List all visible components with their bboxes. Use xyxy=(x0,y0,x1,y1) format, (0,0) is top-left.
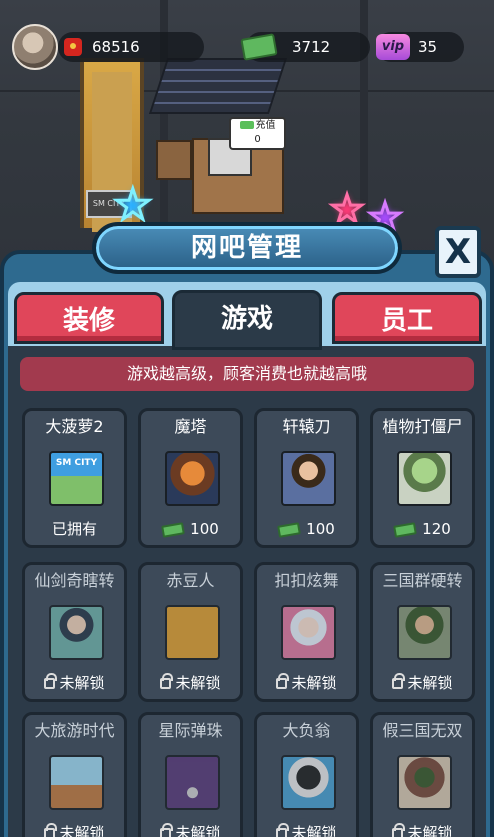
cash-icon xyxy=(239,121,254,129)
vip-icon: vip xyxy=(376,34,410,60)
game-status: 未解锁 xyxy=(257,667,356,699)
game-card[interactable]: 大负翁 未解锁 xyxy=(254,712,359,837)
heroine-icon xyxy=(49,605,104,660)
panel-title: 网吧管理 xyxy=(92,222,402,274)
player-avatar[interactable] xyxy=(12,24,58,70)
game-status: 已拥有 xyxy=(25,513,124,545)
status-text: 已拥有 xyxy=(51,520,97,538)
game-name: 魔塔 xyxy=(174,417,207,436)
vip-value: 35 xyxy=(418,38,438,56)
notice-banner: 游戏越高级，顾客消费也就越高哦 xyxy=(20,357,474,391)
game-card[interactable]: 大菠萝2 SM CITY 已拥有 xyxy=(22,408,127,548)
game-card[interactable]: 三国群硬转 未解锁 xyxy=(370,562,475,702)
status-text: 未解锁 xyxy=(175,824,221,837)
cash-counter: 3712 xyxy=(240,32,370,62)
price-value: 100 xyxy=(306,520,335,538)
lock-icon xyxy=(160,673,174,689)
tab-games[interactable]: 游戏 xyxy=(172,290,322,350)
zombie-icon xyxy=(397,451,452,506)
bubble-title: 充值 xyxy=(255,120,276,131)
warrior-icon xyxy=(397,755,452,810)
bubble-value: 0 xyxy=(254,134,261,145)
status-text: 未解锁 xyxy=(407,674,453,692)
game-price[interactable]: 120 xyxy=(373,513,472,545)
tower-icon xyxy=(165,451,220,506)
pacman-icon xyxy=(165,605,220,660)
game-card[interactable]: 轩辕刀 100 xyxy=(254,408,359,548)
lock-icon xyxy=(392,673,406,689)
general-icon xyxy=(397,605,452,660)
swordsman-icon xyxy=(281,451,336,506)
game-status: 未解锁 xyxy=(25,817,124,837)
tab-decoration[interactable]: 装修 xyxy=(14,292,164,344)
game-status: 未解锁 xyxy=(25,667,124,699)
cash-icon xyxy=(277,521,302,538)
game-name: 三国群硬转 xyxy=(382,571,463,590)
ship-icon xyxy=(49,755,104,810)
status-text: 未解锁 xyxy=(407,824,453,837)
recharge-bubble[interactable]: 充值 0 xyxy=(229,117,286,150)
game-status: 未解锁 xyxy=(373,817,472,837)
game-name: 大旅游时代 xyxy=(34,721,115,740)
vip-counter[interactable]: vip 35 xyxy=(376,32,464,62)
counter-side xyxy=(156,140,192,180)
close-button[interactable]: X xyxy=(435,226,481,278)
game-price[interactable]: 100 xyxy=(141,513,240,545)
price-value: 100 xyxy=(190,520,219,538)
game-status: 未解锁 xyxy=(373,667,472,699)
tab-staff[interactable]: 员工 xyxy=(332,292,482,344)
game-name: 赤豆人 xyxy=(166,571,215,590)
lock-icon xyxy=(44,673,58,689)
coin-counter: 68516 xyxy=(58,32,204,62)
cash-icon xyxy=(393,521,418,538)
red-envelope-icon xyxy=(64,38,82,56)
price-value: 120 xyxy=(422,520,451,538)
game-price[interactable]: 100 xyxy=(257,513,356,545)
game-card[interactable]: 大旅游时代 未解锁 xyxy=(22,712,127,837)
status-text: 未解锁 xyxy=(59,824,105,837)
game-name: 假三国无双 xyxy=(382,721,463,740)
cash-value: 3712 xyxy=(292,38,331,56)
game-status: 未解锁 xyxy=(257,817,356,837)
game-card[interactable]: 假三国无双 未解锁 xyxy=(370,712,475,837)
coin-value: 68516 xyxy=(92,38,140,56)
game-card[interactable]: 扣扣炫舞 未解锁 xyxy=(254,562,359,702)
cash-icon xyxy=(240,33,278,61)
lock-icon xyxy=(392,823,406,837)
game-card[interactable]: 魔塔 100 xyxy=(138,408,243,548)
monopoly-icon xyxy=(281,755,336,810)
game-card[interactable]: 赤豆人 未解锁 xyxy=(138,562,243,702)
cash-icon xyxy=(161,521,186,538)
game-name: 大菠萝2 xyxy=(45,417,104,436)
status-text: 未解锁 xyxy=(175,674,221,692)
dancer-icon xyxy=(281,605,336,660)
pinball-icon xyxy=(165,755,220,810)
status-text: 未解锁 xyxy=(291,824,337,837)
lock-icon xyxy=(276,673,290,689)
game-shelf xyxy=(148,58,288,114)
game-name: 扣扣炫舞 xyxy=(274,571,339,590)
sm-city-icon: SM CITY xyxy=(49,451,104,506)
game-name: 星际弹珠 xyxy=(158,721,223,740)
game-status: 未解锁 xyxy=(141,667,240,699)
status-text: 未解锁 xyxy=(291,674,337,692)
neon-star-icon: ★ xyxy=(113,180,154,229)
status-text: 未解锁 xyxy=(59,674,105,692)
game-name: 仙剑奇瞎转 xyxy=(34,571,115,590)
lock-icon xyxy=(160,823,174,837)
game-card[interactable]: 植物打僵尸 120 xyxy=(370,408,475,548)
lock-icon xyxy=(44,823,58,837)
game-name: 植物打僵尸 xyxy=(382,417,463,436)
lock-icon xyxy=(276,823,290,837)
game-name: 大负翁 xyxy=(282,721,331,740)
game-status: 未解锁 xyxy=(141,817,240,837)
game-name: 轩辕刀 xyxy=(282,417,331,436)
game-card[interactable]: 星际弹珠 未解锁 xyxy=(138,712,243,837)
game-card[interactable]: 仙剑奇瞎转 未解锁 xyxy=(22,562,127,702)
